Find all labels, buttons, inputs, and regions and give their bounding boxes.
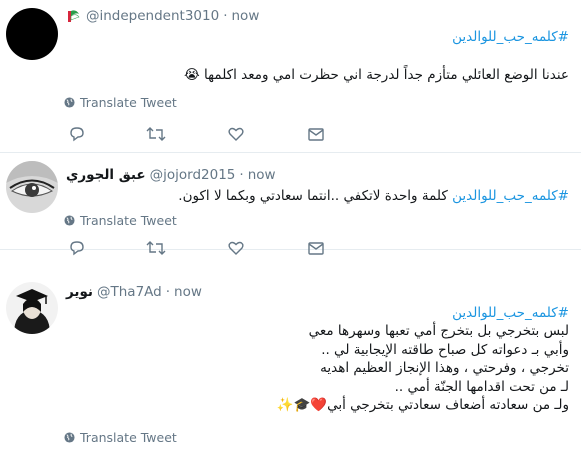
tweet-header: عبق الجوري @jojord2015 · now <box>66 165 276 185</box>
avatar[interactable] <box>6 282 58 334</box>
tweet-text-line: لـ من تحت اقدامها الجنّة أمي .. <box>394 378 569 395</box>
separator-dot: · <box>239 167 244 183</box>
tweet-text: لبس بتخرجي بل بتخرج أمي تعبها وسهرها معي… <box>277 322 569 415</box>
globe-icon <box>64 97 75 108</box>
hashtag-link[interactable]: #كلمه_حب_للوالدين <box>452 28 569 46</box>
tweet-feed: @independent3010 · now #كلمه_حب_للوالدين… <box>0 0 581 450</box>
translate-label: Translate Tweet <box>80 213 177 228</box>
user-handle[interactable]: @jojord2015 <box>150 167 236 183</box>
tweet-header: نوير @Tha7Ad · now <box>66 282 202 302</box>
avatar[interactable] <box>6 161 58 213</box>
avatar[interactable] <box>6 8 58 60</box>
tweet-text-body: كلمة واحدة لاتكفي ..انتما سعادتي وبكما ل… <box>178 188 448 204</box>
user-handle[interactable]: @independent3010 <box>86 8 219 24</box>
display-name[interactable]: عبق الجوري <box>66 167 146 183</box>
heart-icon <box>228 127 244 141</box>
hashtag-link[interactable]: #كلمه_حب_للوالدين <box>452 304 569 322</box>
timestamp[interactable]: now <box>232 8 260 24</box>
display-name[interactable]: نوير <box>66 284 93 300</box>
direct-message-button[interactable] <box>305 123 327 145</box>
flag-badge-icon <box>66 8 82 24</box>
tweet-actions <box>60 123 340 145</box>
hashtag-link[interactable]: #كلمه_حب_للوالدين <box>452 188 569 204</box>
timestamp[interactable]: now <box>174 284 202 300</box>
reply-button[interactable] <box>66 123 88 145</box>
tweet-text: #كلمه_حب_للوالدين كلمة واحدة لاتكفي ..ان… <box>69 187 569 205</box>
translate-label: Translate Tweet <box>80 95 177 110</box>
tweet-text-line: وأبي بـ دعواته كل صباح طاقته الإيجابية ل… <box>321 341 569 358</box>
translate-tweet-link[interactable]: Translate Tweet <box>64 213 177 228</box>
tweet-text-line: تخرجي ، وفرحتي ، وهذا الإنجاز العظيم اهد… <box>320 360 569 376</box>
like-button[interactable] <box>225 123 247 145</box>
separator-dot: · <box>165 284 171 300</box>
reply-icon <box>70 127 84 142</box>
translate-tweet-link[interactable]: Translate Tweet <box>64 95 177 110</box>
tweet-header: @independent3010 · now <box>66 6 259 26</box>
globe-icon <box>64 215 75 226</box>
tweet-text: عندنا الوضع العائلي متأزم جداً لدرجة اني… <box>183 67 569 83</box>
translate-label: Translate Tweet <box>80 430 177 445</box>
separator-dot: · <box>223 8 228 24</box>
tweet-text-line: لبس بتخرجي بل بتخرج أمي تعبها وسهرها معي <box>308 323 569 339</box>
globe-icon <box>64 432 75 443</box>
translate-tweet-link[interactable]: Translate Tweet <box>64 430 177 445</box>
user-handle[interactable]: @Tha7Ad <box>97 284 162 300</box>
timestamp[interactable]: now <box>248 167 276 183</box>
tweet[interactable]: عبق الجوري @jojord2015 · now #كلمه_حب_لل… <box>0 153 581 256</box>
tweet[interactable]: نوير @Tha7Ad · now #كلمه_حب_للوالدين لبس… <box>0 250 581 450</box>
retweet-button[interactable] <box>145 123 167 145</box>
tweet[interactable]: @independent3010 · now #كلمه_حب_للوالدين… <box>0 0 581 153</box>
envelope-icon <box>308 128 324 141</box>
retweet-icon <box>146 127 166 141</box>
tweet-text-line: ولـ من سعادته أضعاف سعادتي بتخرجي أبي❤️🎓… <box>276 397 569 413</box>
